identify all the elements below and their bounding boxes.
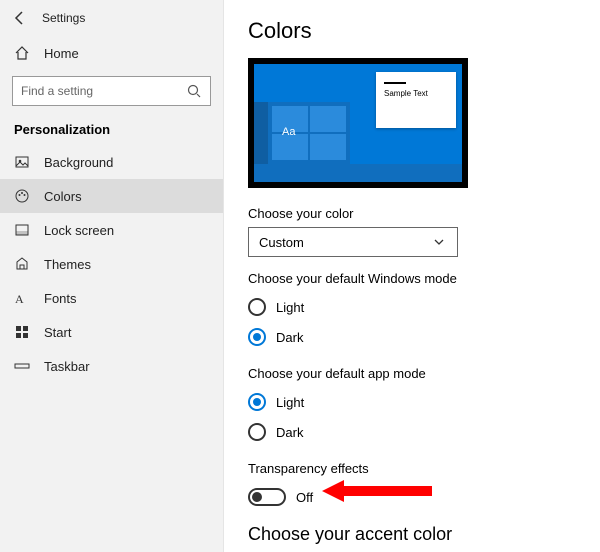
lockscreen-icon (14, 222, 30, 238)
color-preview: Aa Sample Text (248, 58, 468, 188)
page-title: Colors (248, 18, 576, 44)
app-mode-label: Choose your default app mode (248, 366, 576, 381)
sidebar-item-themes[interactable]: Themes (0, 247, 223, 281)
search-input[interactable]: Find a setting (12, 76, 211, 106)
themes-icon (14, 256, 30, 272)
preview-aa: Aa (282, 126, 295, 138)
nav-home-label: Home (44, 46, 79, 61)
radio-label: Light (276, 395, 304, 410)
app-title: Settings (42, 11, 85, 25)
sidebar-section-header: Personalization (0, 116, 223, 145)
sidebar-item-background[interactable]: Background (0, 145, 223, 179)
radio-label: Dark (276, 425, 303, 440)
radio-icon (248, 328, 266, 346)
taskbar-icon (14, 358, 30, 374)
picture-icon (14, 154, 30, 170)
transparency-label: Transparency effects (248, 461, 576, 476)
chevron-down-icon (431, 234, 447, 250)
choose-color-label: Choose your color (248, 206, 576, 221)
sidebar-item-taskbar[interactable]: Taskbar (0, 349, 223, 383)
sidebar-item-label: Themes (44, 257, 91, 272)
fonts-icon: A (14, 290, 30, 306)
palette-icon (14, 188, 30, 204)
sidebar: Settings Home Find a setting Personaliza… (0, 0, 224, 552)
accent-color-title: Choose your accent color (248, 524, 576, 545)
back-icon[interactable] (12, 10, 28, 26)
transparency-value: Off (296, 490, 313, 505)
sidebar-item-label: Taskbar (44, 359, 90, 374)
sidebar-item-label: Lock screen (44, 223, 114, 238)
app-mode-light[interactable]: Light (248, 387, 576, 417)
start-icon (14, 324, 30, 340)
home-icon (14, 45, 30, 61)
search-placeholder: Find a setting (21, 84, 93, 98)
windows-mode-label: Choose your default Windows mode (248, 271, 576, 286)
sidebar-item-colors[interactable]: Colors (0, 179, 223, 213)
preview-window: Sample Text (376, 72, 456, 128)
radio-label: Dark (276, 330, 303, 345)
windows-mode-light[interactable]: Light (248, 292, 576, 322)
title-bar: Settings (0, 0, 223, 36)
transparency-toggle[interactable] (248, 488, 286, 506)
nav-home[interactable]: Home (0, 36, 223, 70)
radio-icon (248, 298, 266, 316)
preview-sample-text: Sample Text (384, 89, 428, 98)
radio-icon (248, 423, 266, 441)
choose-color-dropdown[interactable]: Custom (248, 227, 458, 257)
radio-icon (248, 393, 266, 411)
windows-mode-dark[interactable]: Dark (248, 322, 576, 352)
main-content: Colors Aa Sample Text Choose your color … (224, 0, 600, 552)
search-icon (186, 83, 202, 99)
svg-text:A: A (15, 292, 24, 306)
sidebar-item-label: Background (44, 155, 113, 170)
sidebar-item-label: Start (44, 325, 71, 340)
sidebar-item-label: Colors (44, 189, 82, 204)
choose-color-value: Custom (259, 235, 304, 250)
app-mode-dark[interactable]: Dark (248, 417, 576, 447)
radio-label: Light (276, 300, 304, 315)
sidebar-item-lockscreen[interactable]: Lock screen (0, 213, 223, 247)
sidebar-item-start[interactable]: Start (0, 315, 223, 349)
sidebar-item-fonts[interactable]: A Fonts (0, 281, 223, 315)
sidebar-item-label: Fonts (44, 291, 77, 306)
